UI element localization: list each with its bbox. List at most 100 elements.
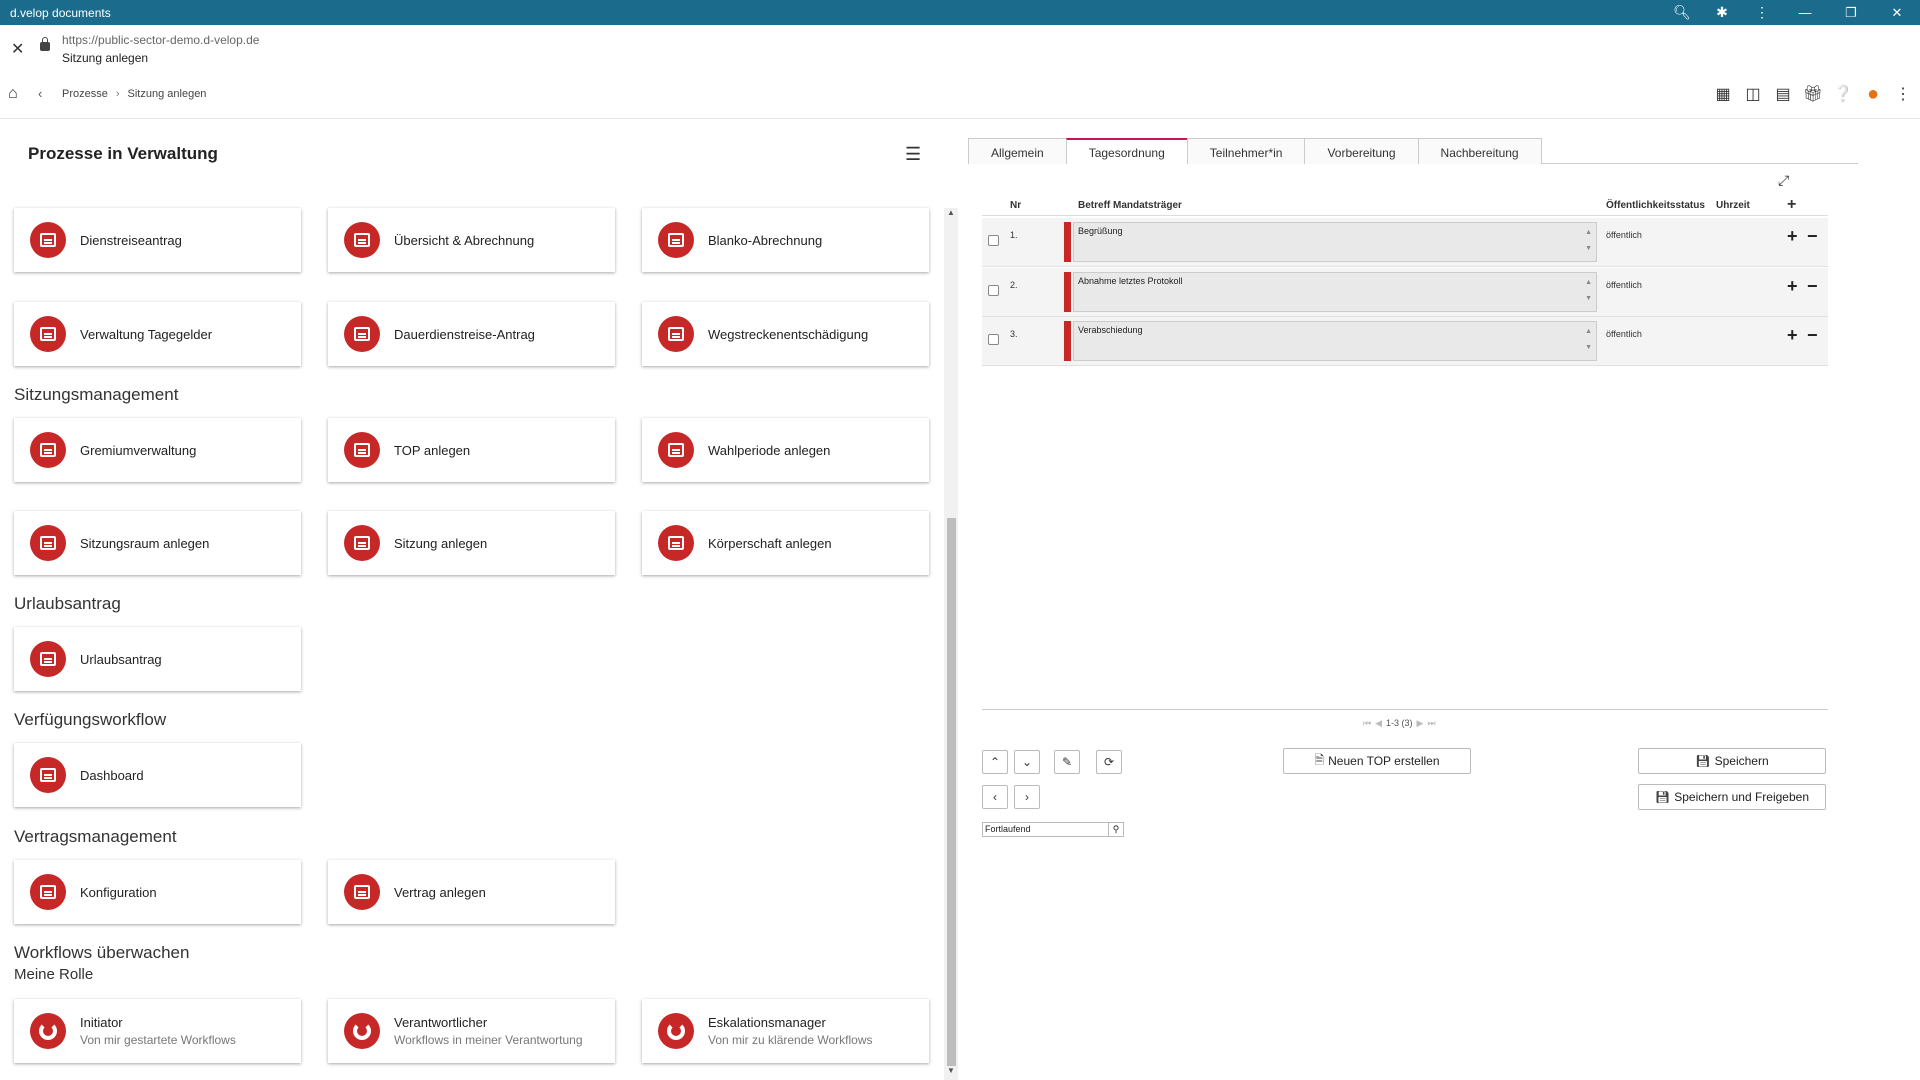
breadcrumb-item-prozesse[interactable]: Prozesse bbox=[62, 88, 108, 100]
title-bar: d.velop documents 🔍︎ ✱ ⋮ — ❐ ✕ bbox=[0, 0, 1920, 25]
scroll-down-icon[interactable]: ▼ bbox=[944, 1066, 958, 1080]
betreff-input[interactable]: Abnahme letztes Protokoll ▲ ▼ bbox=[1073, 272, 1597, 312]
last-page-icon[interactable]: ⏭ bbox=[1427, 718, 1435, 729]
spin-arrows-icon[interactable]: ▲ ▼ bbox=[1585, 275, 1592, 307]
tile-dienstreiseantrag[interactable]: Dienstreiseantrag bbox=[14, 208, 301, 272]
first-page-icon[interactable]: ⏮ bbox=[1363, 718, 1371, 729]
tile-verantwortlicher[interactable]: Verantwortlicher Workflows in meiner Ver… bbox=[328, 999, 615, 1063]
divider bbox=[982, 709, 1828, 710]
next-page-icon[interactable]: ▶ bbox=[1417, 718, 1424, 729]
row-checkbox[interactable] bbox=[988, 334, 999, 345]
required-marker bbox=[1064, 321, 1071, 361]
document-icon bbox=[658, 525, 694, 561]
tile-blanko-abrechnung[interactable]: Blanko-Abrechnung bbox=[642, 208, 929, 272]
add-icon[interactable]: + bbox=[1787, 276, 1798, 297]
tab-vorbereitung[interactable]: Vorbereitung bbox=[1304, 138, 1419, 164]
edit-button[interactable]: ✎ bbox=[1054, 750, 1080, 774]
betreff-text: Verabschiedung bbox=[1078, 325, 1143, 335]
spin-arrows-icon[interactable]: ▲ ▼ bbox=[1585, 225, 1592, 257]
document-icon bbox=[344, 222, 380, 258]
tile-dashboard[interactable]: Dashboard bbox=[14, 743, 301, 807]
close-icon[interactable]: ✕ bbox=[11, 39, 24, 59]
more-vertical-icon[interactable]: ⋮ bbox=[1742, 0, 1782, 25]
help-icon[interactable]: ❔ bbox=[1832, 83, 1854, 105]
row-checkbox[interactable] bbox=[988, 235, 999, 246]
move-up-button[interactable]: ⌃ bbox=[982, 750, 1008, 774]
process-panel: Prozesse in Verwaltung ☰ Dienstreiseantr… bbox=[0, 120, 960, 1080]
search-input[interactable]: Fortlaufend ⚲ bbox=[982, 822, 1124, 837]
tab-bar: Allgemein Tagesordnung Teilnehmer*in Vor… bbox=[968, 138, 1858, 164]
spin-arrows-icon[interactable]: ▲ ▼ bbox=[1585, 324, 1592, 356]
tile-label: Eskalationsmanager bbox=[708, 1015, 826, 1030]
search-icon[interactable]: 🔍︎ bbox=[1662, 0, 1702, 25]
remove-icon[interactable]: − bbox=[1807, 325, 1818, 346]
avatar[interactable]: ● bbox=[1862, 83, 1884, 105]
minimize-button[interactable]: — bbox=[1782, 0, 1828, 25]
tab-teilnehmer[interactable]: Teilnehmer*in bbox=[1186, 138, 1306, 164]
scrollbar-thumb[interactable] bbox=[947, 518, 956, 1066]
breadcrumb-bar: ⌂ ‹ Prozesse › Sitzung anlegen ▦ ◫ ▤ 🎁︎ … bbox=[0, 71, 1920, 119]
document-icon bbox=[658, 432, 694, 468]
tile-urlaubsantrag[interactable]: Urlaubsantrag bbox=[14, 627, 301, 691]
split-view-icon[interactable]: ◫ bbox=[1742, 83, 1764, 105]
tile-dauerdienstreise-antrag[interactable]: Dauerdienstreise-Antrag bbox=[328, 302, 615, 366]
remove-icon[interactable]: − bbox=[1807, 276, 1818, 297]
tile-konfiguration[interactable]: Konfiguration bbox=[14, 860, 301, 924]
tile-wegstreckenentschaedigung[interactable]: Wegstreckenentschädigung bbox=[642, 302, 929, 366]
workflow-icon bbox=[344, 1013, 380, 1049]
tab-nachbereitung[interactable]: Nachbereitung bbox=[1417, 138, 1542, 164]
tile-wahlperiode-anlegen[interactable]: Wahlperiode anlegen bbox=[642, 418, 929, 482]
expand-icon[interactable]: ⤢ bbox=[1778, 172, 1789, 189]
window-icon[interactable]: ▤ bbox=[1772, 83, 1794, 105]
betreff-input[interactable]: Begrüßung ▲ ▼ bbox=[1073, 222, 1597, 262]
save-and-release-button[interactable]: 💾︎ Speichern und Freigeben bbox=[1638, 784, 1826, 810]
tile-uebersicht-abrechnung[interactable]: Übersicht & Abrechnung bbox=[328, 208, 615, 272]
page-title-small: Sitzung anlegen bbox=[62, 51, 149, 65]
tile-vertrag-anlegen[interactable]: Vertrag anlegen bbox=[328, 860, 615, 924]
remove-icon[interactable]: − bbox=[1807, 226, 1818, 247]
document-icon bbox=[344, 432, 380, 468]
tile-initiator[interactable]: Initiator Von mir gestartete Workflows bbox=[14, 999, 301, 1063]
tile-top-anlegen[interactable]: TOP anlegen bbox=[328, 418, 615, 482]
apps-grid-icon[interactable]: ▦ bbox=[1712, 83, 1734, 105]
add-icon[interactable]: + bbox=[1787, 325, 1798, 346]
tab-tagesordnung[interactable]: Tagesordnung bbox=[1065, 138, 1188, 164]
tile-sitzungsraum-anlegen[interactable]: Sitzungsraum anlegen bbox=[14, 511, 301, 575]
tile-sitzung-anlegen[interactable]: Sitzung anlegen bbox=[328, 511, 615, 575]
previous-button[interactable]: ‹ bbox=[982, 785, 1008, 809]
tile-eskalationsmanager[interactable]: Eskalationsmanager Von mir zu klärende W… bbox=[642, 999, 929, 1063]
prev-page-icon[interactable]: ◀ bbox=[1375, 718, 1382, 729]
move-down-button[interactable]: ⌄ bbox=[1014, 750, 1040, 774]
restore-button[interactable]: ❐ bbox=[1828, 0, 1874, 25]
row-checkbox[interactable] bbox=[988, 285, 999, 296]
next-button[interactable]: › bbox=[1014, 785, 1040, 809]
required-marker bbox=[1064, 222, 1071, 262]
add-icon[interactable]: + bbox=[1787, 226, 1798, 247]
extension-icon[interactable]: ✱ bbox=[1702, 0, 1742, 25]
new-top-button[interactable]: 🗎︎ Neuen TOP erstellen bbox=[1283, 748, 1471, 774]
tile-gremiumverwaltung[interactable]: Gremiumverwaltung bbox=[14, 418, 301, 482]
gift-icon[interactable]: 🎁︎ bbox=[1802, 83, 1824, 105]
more-vertical-icon[interactable]: ⋮ bbox=[1892, 83, 1914, 105]
scrollbar[interactable]: ▲ ▼ bbox=[944, 208, 958, 1080]
home-icon[interactable]: ⌂ bbox=[8, 85, 18, 103]
search-icon[interactable]: ⚲ bbox=[1108, 823, 1123, 836]
tile-verwaltung-tagegelder[interactable]: Verwaltung Tagegelder bbox=[14, 302, 301, 366]
breadcrumb-item-current: Sitzung anlegen bbox=[127, 88, 207, 100]
scroll-up-icon[interactable]: ▲ bbox=[944, 208, 958, 222]
betreff-input[interactable]: Verabschiedung ▲ ▼ bbox=[1073, 321, 1597, 361]
tile-label: Verantwortlicher bbox=[394, 1015, 488, 1030]
document-icon bbox=[30, 874, 66, 910]
tile-sublabel: Von mir zu klärende Workflows bbox=[708, 1033, 873, 1047]
close-window-button[interactable]: ✕ bbox=[1874, 0, 1920, 25]
document-icon bbox=[344, 874, 380, 910]
refresh-button[interactable]: ⟳ bbox=[1096, 750, 1122, 774]
tab-allgemein[interactable]: Allgemein bbox=[968, 138, 1067, 164]
chevron-left-icon[interactable]: ‹ bbox=[38, 86, 42, 101]
document-icon bbox=[30, 432, 66, 468]
save-button[interactable]: 💾︎ Speichern bbox=[1638, 748, 1826, 774]
tile-koerperschaft-anlegen[interactable]: Körperschaft anlegen bbox=[642, 511, 929, 575]
save-icon: 💾︎ bbox=[1695, 754, 1711, 768]
add-row-icon[interactable]: + bbox=[1787, 196, 1796, 214]
filter-icon[interactable]: ☰ bbox=[905, 144, 921, 165]
